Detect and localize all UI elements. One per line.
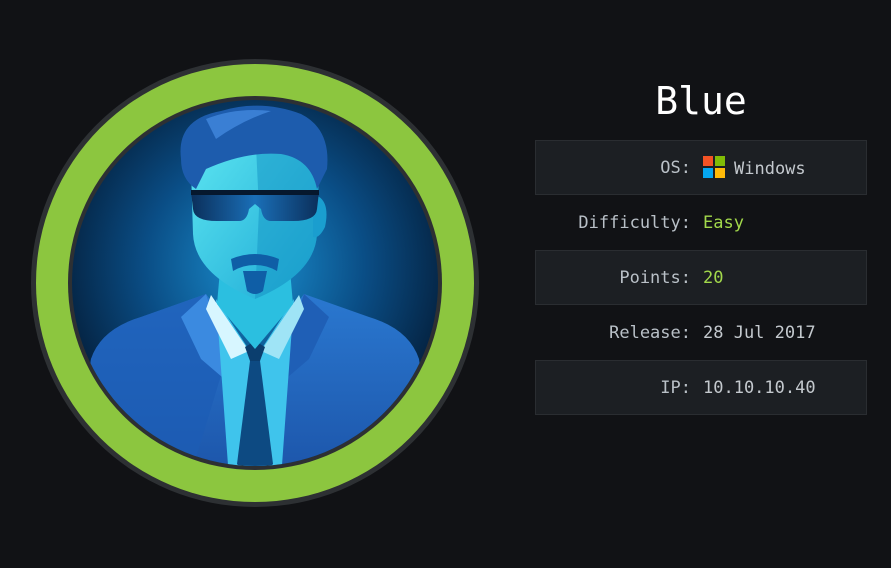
hacker-agent-avatar (31, 59, 479, 507)
points-value: 20 (703, 267, 724, 288)
info-row-ip: IP: 10.10.10.40 (535, 360, 867, 415)
info-row-difficulty: Difficulty: Easy (535, 195, 867, 250)
os-label: OS: (660, 157, 691, 178)
os-value: Windows (701, 140, 867, 195)
difficulty-label: Difficulty: (578, 212, 691, 233)
info-row-os: OS: Windows (535, 140, 867, 195)
windows-logo-icon (703, 156, 725, 178)
release-value: 28 Jul 2017 (703, 322, 816, 343)
machine-name-title: Blue (655, 79, 747, 123)
info-row-release: Release: 28 Jul 2017 (535, 305, 867, 360)
difficulty-value: Easy (703, 212, 744, 233)
info-row-points: Points: 20 (535, 250, 867, 305)
release-label: Release: (609, 322, 691, 343)
machine-info-table: OS: Windows Difficulty: Easy Points: 20 … (535, 140, 867, 415)
ip-label: IP: (660, 377, 691, 398)
machine-avatar (31, 59, 479, 507)
os-value-text: Windows (734, 159, 806, 179)
points-label: Points: (619, 267, 691, 288)
ip-value[interactable]: 10.10.10.40 (701, 360, 867, 415)
